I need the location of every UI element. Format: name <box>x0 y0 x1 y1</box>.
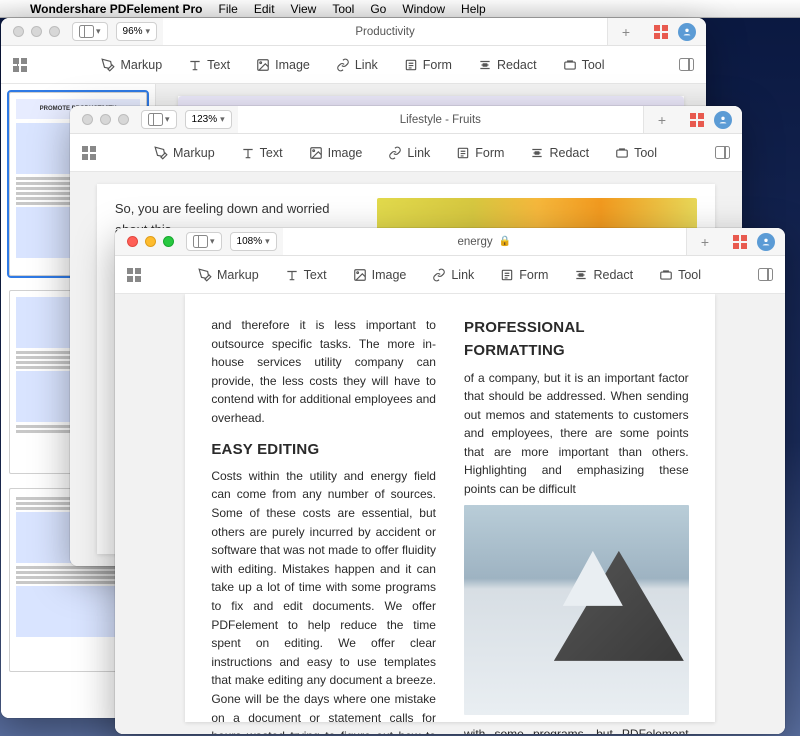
new-tab-button[interactable]: + <box>644 106 680 133</box>
heading-easy-editing: EASY EDITING <box>211 438 436 461</box>
tool-text[interactable]: Text <box>241 146 283 160</box>
paragraph: and therefore it is less important to ou… <box>211 316 436 428</box>
window-controls <box>70 106 141 133</box>
zoom-value: 123% <box>192 114 218 125</box>
tool-image[interactable]: Image <box>256 58 310 72</box>
titlebar: ▾ 108% ▾ energy 🔒 + <box>115 228 785 256</box>
paragraph: Costs within the utility and energy fiel… <box>211 467 436 734</box>
tool-text[interactable]: Text <box>285 268 327 282</box>
user-avatar[interactable] <box>678 23 696 41</box>
new-tab-button[interactable]: + <box>687 228 723 255</box>
zoom-value: 96% <box>123 26 143 37</box>
chevron-down-icon: ▾ <box>146 26 151 37</box>
titlebar: ▾ 96% ▾ Productivity + <box>1 18 706 46</box>
chevron-down-icon: ▾ <box>96 26 101 37</box>
tab-label: Productivity <box>355 26 414 38</box>
tool-markup[interactable]: Markup <box>101 58 162 72</box>
tool-form[interactable]: Form <box>404 58 452 72</box>
zoom-value: 108% <box>237 236 263 247</box>
menu-tool[interactable]: Tool <box>332 2 354 16</box>
tool-link[interactable]: Link <box>336 58 378 72</box>
tab-bar: Productivity + <box>163 18 644 45</box>
titlebar: ▾ 123% ▾ Lifestyle - Fruits + <box>70 106 742 134</box>
macos-menubar: Wondershare PDFelement Pro File Edit Vie… <box>0 0 800 18</box>
window-energy: ▾ 108% ▾ energy 🔒 + Markup Text Image Li… <box>115 228 785 734</box>
sidebar-toggle-button[interactable]: ▾ <box>141 110 177 129</box>
tool-redact[interactable]: Redact <box>530 146 589 160</box>
tool-form[interactable]: Form <box>456 146 504 160</box>
tool-markup[interactable]: Markup <box>154 146 215 160</box>
lock-icon: 🔒 <box>499 236 511 247</box>
toolbar: Markup Text Image Link Form Redact Tool <box>1 46 706 84</box>
right-panel-icon[interactable] <box>679 58 694 71</box>
menu-edit[interactable]: Edit <box>254 2 275 16</box>
app-name[interactable]: Wondershare PDFelement Pro <box>30 2 203 16</box>
tab-label: Lifestyle - Fruits <box>400 114 481 126</box>
tab-energy[interactable]: energy 🔒 <box>283 228 687 255</box>
page-content: and therefore it is less important to ou… <box>209 310 690 734</box>
new-tab-button[interactable]: + <box>608 18 644 45</box>
chevron-down-icon: ▾ <box>210 236 215 247</box>
menu-view[interactable]: View <box>291 2 317 16</box>
minimize-button[interactable] <box>145 236 156 247</box>
minimize-button[interactable] <box>100 114 111 125</box>
tool-tool[interactable]: Tool <box>615 146 657 160</box>
tab-lifestyle[interactable]: Lifestyle - Fruits <box>238 106 644 133</box>
tool-link[interactable]: Link <box>432 268 474 282</box>
sidebar-toggle-button[interactable]: ▾ <box>72 22 108 41</box>
toolbar: Markup Text Image Link Form Redact Tool <box>115 256 785 294</box>
tool-redact[interactable]: Redact <box>574 268 633 282</box>
toolbar: Markup Text Image Link Form Redact Tool <box>70 134 742 172</box>
zoom-button[interactable] <box>163 236 174 247</box>
right-panel-icon[interactable] <box>715 146 730 159</box>
paragraph: with some programs, but PDFelement makes… <box>464 725 689 734</box>
menu-file[interactable]: File <box>219 2 238 16</box>
chevron-down-icon: ▾ <box>220 114 225 125</box>
app-grid-icon[interactable] <box>654 25 668 39</box>
sidebar-icon <box>79 25 94 38</box>
tab-productivity[interactable]: Productivity <box>163 18 608 45</box>
tool-link[interactable]: Link <box>388 146 430 160</box>
tool-redact[interactable]: Redact <box>478 58 537 72</box>
tab-bar: Lifestyle - Fruits + <box>238 106 680 133</box>
right-panel-icon[interactable] <box>758 268 773 281</box>
tool-form[interactable]: Form <box>500 268 548 282</box>
app-grid-icon[interactable] <box>690 113 704 127</box>
heading-professional-formatting: PROFESSIONAL FORMATTING <box>464 316 689 363</box>
tool-tool[interactable]: Tool <box>563 58 605 72</box>
tool-text[interactable]: Text <box>188 58 230 72</box>
zoom-button[interactable] <box>118 114 129 125</box>
page-image-mountain <box>464 505 689 715</box>
sidebar-toggle-button[interactable]: ▾ <box>186 232 222 251</box>
window-controls <box>1 18 72 45</box>
chevron-down-icon: ▾ <box>265 236 270 247</box>
zoom-button[interactable] <box>49 26 60 37</box>
zoom-select[interactable]: 96% ▾ <box>116 22 158 41</box>
close-button[interactable] <box>13 26 24 37</box>
user-avatar[interactable] <box>714 111 732 129</box>
chevron-down-icon: ▾ <box>165 114 170 125</box>
sidebar-icon <box>148 113 163 126</box>
tab-label: energy <box>458 236 493 248</box>
menu-window[interactable]: Window <box>402 2 445 16</box>
zoom-select[interactable]: 123% ▾ <box>185 110 232 129</box>
tool-markup[interactable]: Markup <box>198 268 259 282</box>
zoom-select[interactable]: 108% ▾ <box>230 232 277 251</box>
menu-go[interactable]: Go <box>370 2 386 16</box>
tool-tool[interactable]: Tool <box>659 268 701 282</box>
tool-image[interactable]: Image <box>353 268 407 282</box>
paragraph: of a company, but it is an important fac… <box>464 369 689 499</box>
window-controls <box>115 228 186 255</box>
app-grid-icon[interactable] <box>733 235 747 249</box>
close-button[interactable] <box>82 114 93 125</box>
menu-help[interactable]: Help <box>461 2 486 16</box>
user-avatar[interactable] <box>757 233 775 251</box>
sidebar-icon <box>193 235 208 248</box>
document-area[interactable]: and therefore it is less important to ou… <box>115 294 785 734</box>
close-button[interactable] <box>127 236 138 247</box>
tool-image[interactable]: Image <box>309 146 363 160</box>
minimize-button[interactable] <box>31 26 42 37</box>
tab-bar: energy 🔒 + <box>283 228 723 255</box>
